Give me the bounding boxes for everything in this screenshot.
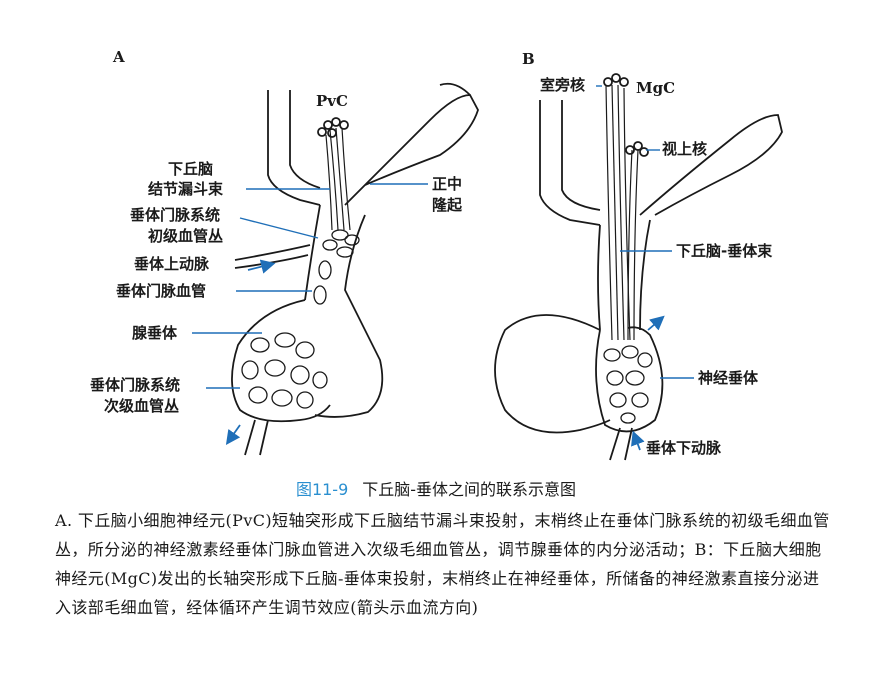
a-ventricle-wall [267,90,321,206]
b-anterior-lobe [494,314,611,434]
b-artery-in [609,427,621,461]
label-hypothalamo-hypophyseal-tract: 下丘脑-垂体束 [676,242,773,260]
label-eminence: 隆起 [432,196,463,214]
label-portal-vessels: 垂体门脉血管 [116,282,207,300]
label-pvc: PvC [316,92,348,110]
b-posterior-lobe [595,326,664,433]
a-vein-out [259,419,269,456]
label-hypothalamus: 下丘脑 [168,160,214,178]
panel-b-letter: B [522,50,535,68]
b-ventricle-wall [539,100,601,226]
b-artery-in [624,427,633,461]
figure-caption-body: A. 下丘脑小细胞神经元(PvC)短轴突形成下丘脑结节漏斗束投射，末梢终止在垂体… [55,511,830,617]
label-portal-system: 垂体门脉系统 [130,206,221,224]
label-tuberoinfundibular-tract: 结节漏斗束 [148,180,224,198]
blood-flow-arrow [631,430,645,451]
a-vein-out [244,419,256,456]
figure-title: 下丘脑-垂体之间的联系示意图 [362,480,577,499]
figure-caption-title: 图11-9 下丘脑-垂体之间的联系示意图 [0,476,872,500]
label-median: 正中 [432,175,463,193]
b-ventricle-wall [561,100,601,211]
panel-a-letter: A [113,48,125,66]
a-stalk [304,204,321,301]
label-portal-system-secondary: 垂体门脉系统 [90,376,181,394]
label-supraoptic-nucleus: 视上核 [662,140,708,158]
label-inferior-hypophyseal-artery: 垂体下动脉 [646,439,722,457]
figure-number: 图11-9 [295,480,349,499]
label-paraventricular-nucleus: 室旁核 [540,76,586,94]
a-anterior-lobe [231,299,331,423]
label-neurohypophysis: 神经垂体 [698,369,759,387]
label-mgc: MgC [636,79,676,97]
leader-line [239,217,319,239]
blood-flow-arrow [647,315,665,331]
b-third-ventricle [639,114,783,216]
figure: A B PvC 下丘脑 结节漏斗束 正中 隆起 垂体门脉系统 初级血管丛 垂体上… [0,0,872,470]
a-portal-arteries [234,254,309,269]
label-primary-plexus: 初级血管丛 [148,227,224,245]
label-secondary-plexus: 次级血管丛 [104,397,180,415]
blood-flow-arrow [225,424,241,445]
a-stalk [314,214,384,418]
label-adenohypophysis: 腺垂体 [132,324,178,342]
label-superior-hypophyseal-artery: 垂体上动脉 [134,255,210,273]
b-stalk [639,219,651,331]
a-third-ventricle [439,82,471,96]
b-stalk [597,224,601,331]
